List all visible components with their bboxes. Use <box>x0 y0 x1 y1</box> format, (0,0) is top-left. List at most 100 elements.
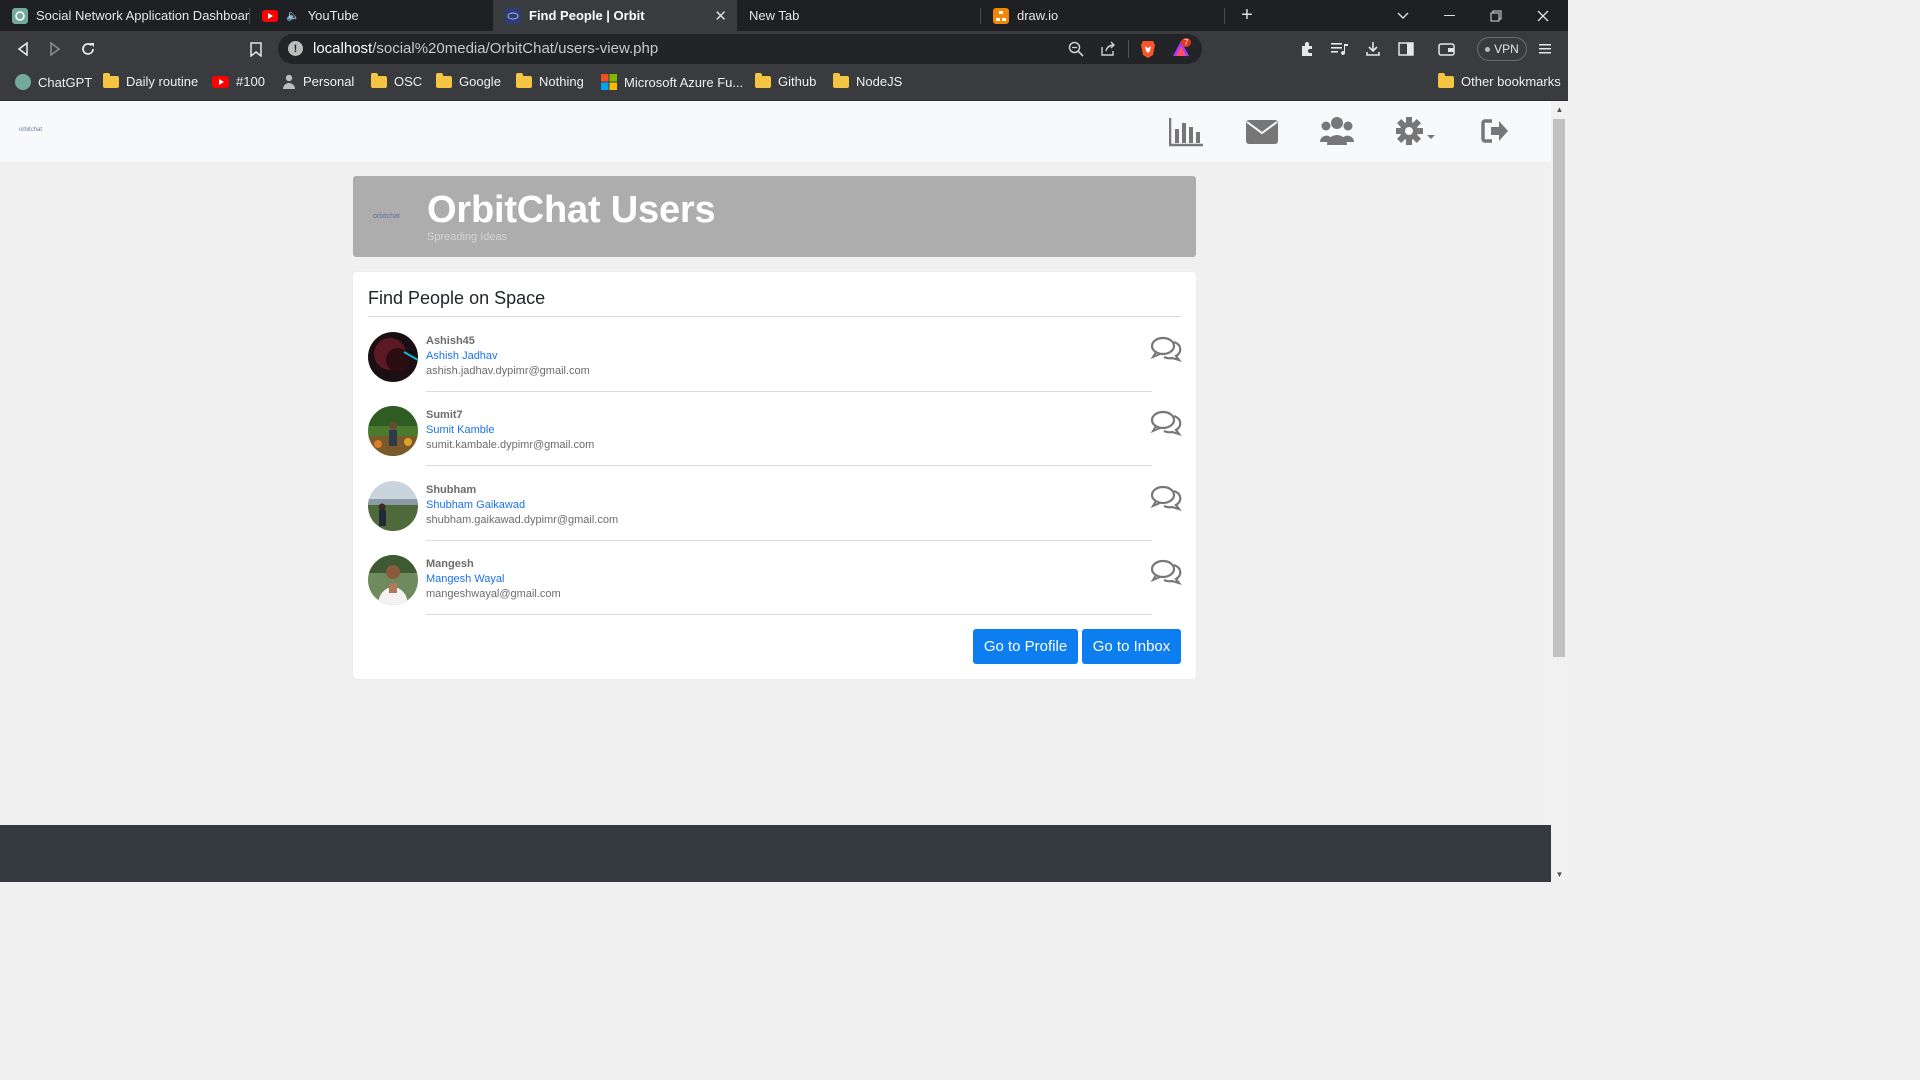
zoom-icon[interactable] <box>1068 41 1084 61</box>
row-divider <box>426 540 1152 541</box>
bookmark-osc[interactable]: OSC <box>371 72 423 89</box>
bookmark-personal[interactable]: Personal <box>282 74 354 89</box>
vpn-button[interactable]: VPN <box>1477 37 1527 61</box>
bookmark-label: Daily routine <box>126 74 199 89</box>
chat-bubbles-icon[interactable] <box>1150 336 1182 367</box>
bookmark-label: ChatGPT <box>38 74 93 90</box>
tab-title: YouTube <box>307 8 359 23</box>
youtube-icon <box>212 75 229 88</box>
bookmarks-bar: ChatGPT Daily routine #100 Personal OSC … <box>0 67 1568 101</box>
bookmark-chatgpt[interactable]: ChatGPT <box>15 74 92 90</box>
playlist-icon[interactable] <box>1330 39 1350 59</box>
tab-find-people[interactable]: Find People | Orbit ✕ <box>493 0 737 31</box>
menu-icon[interactable] <box>1535 39 1555 59</box>
folder-icon <box>371 72 387 88</box>
url-path: /social%20media/OrbitChat/users-view.php <box>372 40 659 57</box>
bookmark-nothing[interactable]: Nothing <box>516 72 584 89</box>
tab-title: New Tab <box>749 8 800 23</box>
chat-bubbles-icon[interactable] <box>1150 485 1182 516</box>
envelope-icon[interactable] <box>1246 120 1278 149</box>
forward-icon[interactable] <box>45 39 65 59</box>
close-window-icon[interactable] <box>1520 0 1566 31</box>
user-full-name-link[interactable]: Shubham Gaikawad <box>426 499 525 511</box>
go-to-inbox-button[interactable]: Go to Inbox <box>1082 629 1181 664</box>
extensions-icon[interactable] <box>1297 39 1317 59</box>
bookmark-label: Github <box>778 74 817 89</box>
microsoft-icon <box>601 74 617 90</box>
browser-tab-strip: Social Network Application Dashboard 🔈 Y… <box>0 0 1568 31</box>
new-tab-plus-icon[interactable]: + <box>1225 0 1269 31</box>
restore-icon[interactable] <box>1473 0 1519 31</box>
sign-out-icon[interactable] <box>1481 118 1509 149</box>
bookmark-100[interactable]: #100 <box>212 74 265 89</box>
url-text[interactable]: localhost/social%20media/OrbitChat/users… <box>313 40 658 57</box>
row-divider <box>426 391 1152 392</box>
user-list-item: Shubham Shubham Gaikawad shubham.gaikawa… <box>368 481 1182 555</box>
bar-chart-icon[interactable] <box>1168 117 1204 152</box>
bookmark-nodejs[interactable]: NodeJS <box>833 72 902 89</box>
wallet-icon[interactable] <box>1436 39 1456 59</box>
user-username: Ashish45 <box>426 335 475 347</box>
tab-new-tab[interactable]: New Tab <box>737 0 981 31</box>
brave-rewards-icon[interactable]: 7 <box>1172 38 1192 61</box>
close-tab-icon[interactable]: ✕ <box>714 7 727 25</box>
tab-drawio[interactable]: draw.io <box>981 0 1225 31</box>
reload-icon[interactable] <box>78 39 98 59</box>
user-email: sumit.kambale.dypimr@gmail.com <box>426 439 595 451</box>
tab-title: Find People | Orbit <box>529 8 645 23</box>
bookmark-github[interactable]: Github <box>755 72 817 89</box>
bookmark-microsoft-azure[interactable]: Microsoft Azure Fu... <box>601 74 743 90</box>
scrollbar-thumb[interactable] <box>1553 119 1565 657</box>
bookmark-google[interactable]: Google <box>436 72 501 89</box>
scroll-down-arrow-icon[interactable]: ▼ <box>1551 866 1568 882</box>
speaker-icon[interactable]: 🔈 <box>286 9 300 22</box>
user-list-item: Mangesh Mangesh Wayal mangeshwayal@gmail… <box>368 555 1182 629</box>
user-full-name-link[interactable]: Mangesh Wayal <box>426 573 504 585</box>
vpn-label: VPN <box>1494 42 1519 56</box>
chat-bubbles-icon[interactable] <box>1150 410 1182 441</box>
bookmark-label: OSC <box>394 74 423 89</box>
row-divider <box>426 465 1152 466</box>
tab-social-network-dashboard[interactable]: Social Network Application Dashboard <box>0 0 250 31</box>
avatar[interactable] <box>368 481 418 531</box>
back-icon[interactable] <box>13 39 33 59</box>
avatar[interactable] <box>368 406 418 456</box>
chat-bubbles-icon[interactable] <box>1150 559 1182 590</box>
folder-icon <box>516 72 532 88</box>
user-username: Mangesh <box>426 558 474 570</box>
scroll-up-arrow-icon[interactable]: ▲ <box>1551 101 1568 117</box>
bookmark-other-bookmarks[interactable]: Other bookmarks <box>1438 72 1561 89</box>
card-title-divider <box>368 316 1181 317</box>
tab-youtube[interactable]: 🔈 YouTube <box>250 0 493 31</box>
folder-icon <box>755 72 771 88</box>
brave-shield-icon[interactable] <box>1140 40 1156 62</box>
folder-icon <box>103 72 119 88</box>
navbar-logo[interactable]: orbitchat <box>19 127 42 133</box>
find-people-card: Find People on Space Ashish45 Ashish Jad… <box>353 272 1196 679</box>
chatgpt-favicon-icon <box>12 7 28 24</box>
page-scrollbar[interactable]: ▲ ▼ <box>1551 101 1568 882</box>
site-navbar: orbitchat <box>0 101 1551 162</box>
page-header-banner: orbitchat OrbitChat Users Spreading Idea… <box>353 176 1196 257</box>
go-to-profile-button[interactable]: Go to Profile <box>973 629 1078 664</box>
page-subtitle: Spreading Ideas <box>427 231 508 243</box>
tab-search-chevron-icon[interactable] <box>1380 0 1426 31</box>
minimize-icon[interactable] <box>1426 0 1472 31</box>
folder-icon <box>1438 72 1454 88</box>
bookmark-daily-routine[interactable]: Daily routine <box>103 72 199 89</box>
gear-icon[interactable] <box>1395 117 1438 152</box>
youtube-favicon-icon <box>262 9 278 22</box>
address-bar[interactable]: ! localhost/social%20media/OrbitChat/use… <box>278 34 1202 64</box>
sidebar-toggle-icon[interactable] <box>1396 39 1416 59</box>
user-full-name-link[interactable]: Ashish Jadhav <box>426 350 498 362</box>
folder-icon <box>833 72 849 88</box>
avatar[interactable] <box>368 332 418 382</box>
site-info-icon[interactable]: ! <box>288 41 303 56</box>
row-divider <box>426 614 1152 615</box>
avatar[interactable] <box>368 555 418 605</box>
bookmark-page-icon[interactable] <box>246 39 266 59</box>
share-icon[interactable] <box>1100 41 1117 61</box>
users-icon[interactable] <box>1320 116 1354 151</box>
downloads-icon[interactable] <box>1363 39 1383 59</box>
user-full-name-link[interactable]: Sumit Kamble <box>426 424 494 436</box>
